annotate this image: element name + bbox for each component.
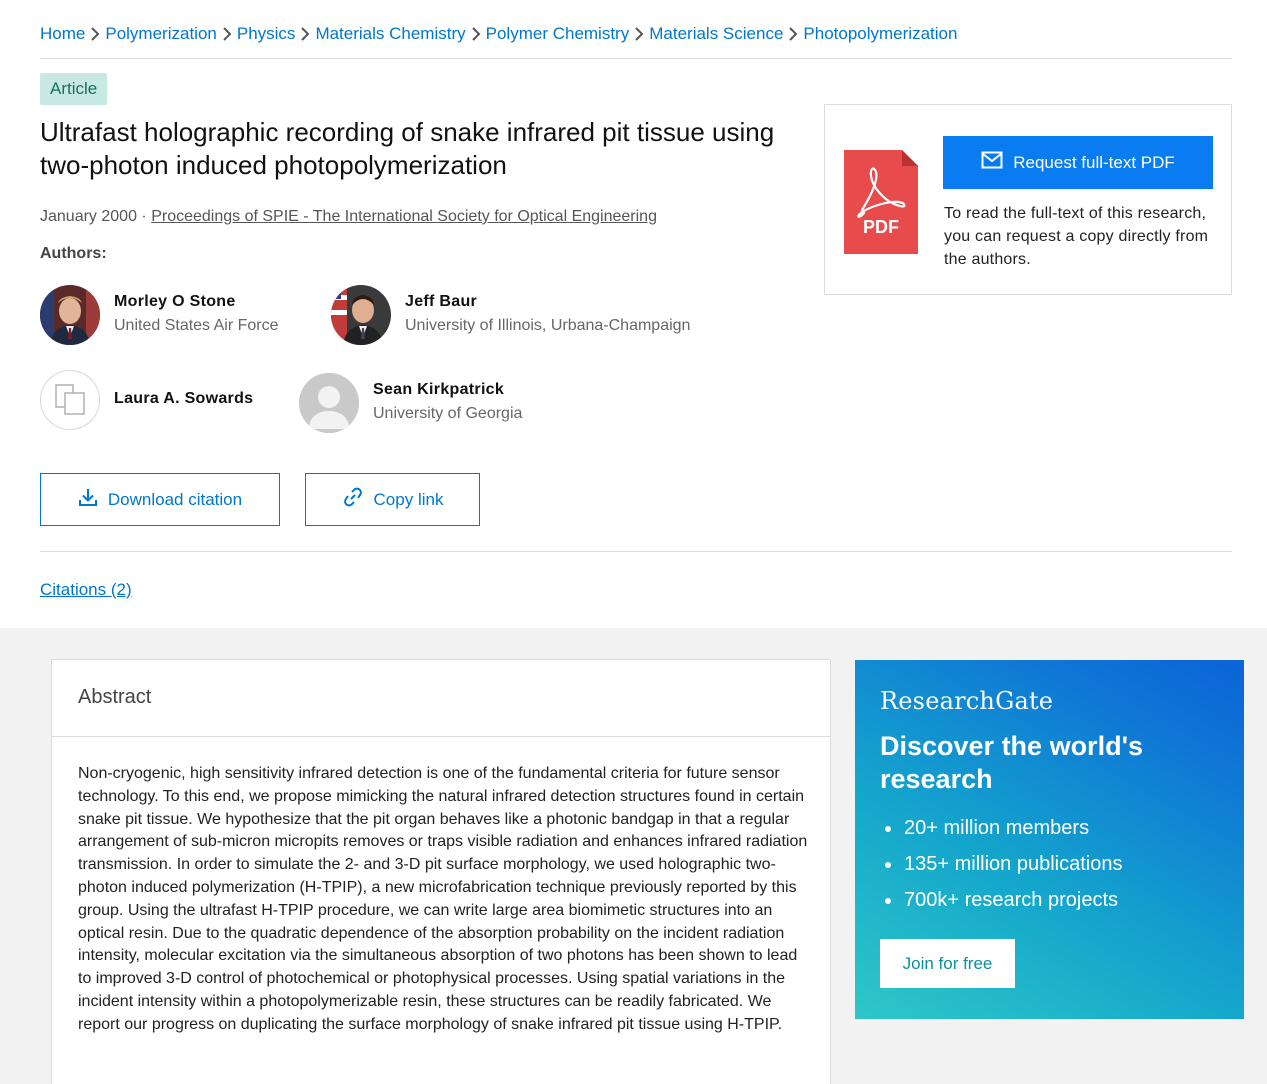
breadcrumb-item-materials-science[interactable]: Materials Science bbox=[649, 24, 783, 44]
promo-stats-list: 20+ million members 135+ million publica… bbox=[880, 815, 1122, 923]
chevron-right-icon bbox=[783, 24, 803, 44]
breadcrumb-item-photopolymerization[interactable]: Photopolymerization bbox=[803, 24, 957, 44]
breadcrumb-item-physics[interactable]: Physics bbox=[237, 24, 296, 44]
abstract-header: Abstract bbox=[52, 660, 830, 737]
pdf-file-icon: PDF bbox=[844, 150, 918, 254]
list-item: 700k+ research projects bbox=[880, 887, 1122, 923]
author-name[interactable]: Laura A. Sowards bbox=[114, 390, 253, 408]
author-name[interactable]: Morley O Stone bbox=[114, 293, 236, 311]
chevron-right-icon bbox=[466, 24, 486, 44]
copy-link-label: Copy link bbox=[373, 489, 444, 509]
author-card[interactable]: Jeff Baur University of Illinois, Urbana… bbox=[331, 285, 731, 345]
divider bbox=[40, 58, 1232, 59]
download-citation-button[interactable]: Download citation bbox=[40, 473, 280, 526]
breadcrumb-item-home[interactable]: Home bbox=[40, 24, 85, 44]
author-name[interactable]: Sean Kirkpatrick bbox=[373, 381, 504, 399]
researchgate-promo: ResearchGate Discover the world's resear… bbox=[855, 660, 1244, 1019]
avatar-placeholder-icon[interactable] bbox=[299, 373, 359, 433]
author-card[interactable]: Laura A. Sowards bbox=[40, 370, 280, 430]
link-icon bbox=[342, 486, 364, 513]
author-card[interactable]: Morley O Stone United States Air Force bbox=[40, 285, 310, 345]
researchgate-logo: ResearchGate bbox=[880, 687, 1054, 715]
pdf-icon-text: PDF bbox=[863, 217, 899, 237]
publication-date: January 2000 bbox=[40, 208, 137, 225]
abstract-text: Non-cryogenic, high sensitivity infrared… bbox=[78, 765, 808, 1033]
chevron-right-icon bbox=[295, 24, 315, 44]
authors-label: Authors: bbox=[40, 245, 107, 262]
abstract-card: Abstract Non-cryogenic, high sensitivity… bbox=[51, 659, 831, 1084]
promo-title: Discover the world's research bbox=[880, 731, 1143, 794]
breadcrumb-item-polymerization[interactable]: Polymerization bbox=[105, 24, 217, 44]
download-citation-label: Download citation bbox=[107, 489, 243, 509]
author-card[interactable]: Sean Kirkpatrick University of Georgia bbox=[299, 373, 599, 433]
author-name[interactable]: Jeff Baur bbox=[405, 293, 477, 311]
tab-citations[interactable]: Citations (2) bbox=[40, 580, 132, 600]
chevron-right-icon bbox=[85, 24, 105, 44]
mail-icon bbox=[981, 151, 1003, 174]
meta-separator: · bbox=[141, 208, 147, 225]
avatar[interactable] bbox=[331, 285, 391, 345]
list-item: 135+ million publications bbox=[880, 851, 1122, 887]
avatar[interactable] bbox=[40, 285, 100, 345]
request-full-text-button[interactable]: Request full-text PDF bbox=[943, 136, 1213, 189]
author-placeholder-icon[interactable] bbox=[40, 370, 100, 430]
breadcrumb-item-materials-chemistry[interactable]: Materials Chemistry bbox=[315, 24, 465, 44]
journal-link[interactable]: Proceedings of SPIE - The International … bbox=[151, 208, 657, 225]
download-icon bbox=[78, 487, 98, 512]
author-institution: University of Georgia bbox=[373, 405, 523, 422]
copy-link-button[interactable]: Copy link bbox=[305, 473, 480, 526]
article-type-badge: Article bbox=[40, 73, 108, 105]
pdf-request-panel: PDF Request full-text PDF To read the fu… bbox=[824, 104, 1232, 295]
author-institution: United States Air Force bbox=[114, 317, 279, 334]
chevron-right-icon bbox=[629, 24, 649, 44]
request-full-text-label: Request full-text PDF bbox=[1013, 152, 1175, 172]
divider bbox=[40, 551, 1232, 552]
article-title: Ultrafast holographic recording of snake… bbox=[40, 117, 775, 180]
list-item: 20+ million members bbox=[880, 815, 1122, 851]
article-meta: January 2000 · Proceedings of SPIE - The… bbox=[40, 208, 657, 226]
chevron-right-icon bbox=[217, 24, 237, 44]
pdf-request-description: To read the full-text of this research, … bbox=[944, 205, 1209, 268]
header-bottom-edge bbox=[0, 620, 1207, 628]
join-for-free-button[interactable]: Join for free bbox=[880, 939, 1015, 988]
breadcrumb-item-polymer-chemistry[interactable]: Polymer Chemistry bbox=[486, 24, 630, 44]
breadcrumb: Home Polymerization Physics Materials Ch… bbox=[40, 24, 957, 44]
abstract-heading: Abstract bbox=[78, 686, 152, 708]
author-institution: University of Illinois, Urbana-Champaign bbox=[405, 317, 691, 334]
